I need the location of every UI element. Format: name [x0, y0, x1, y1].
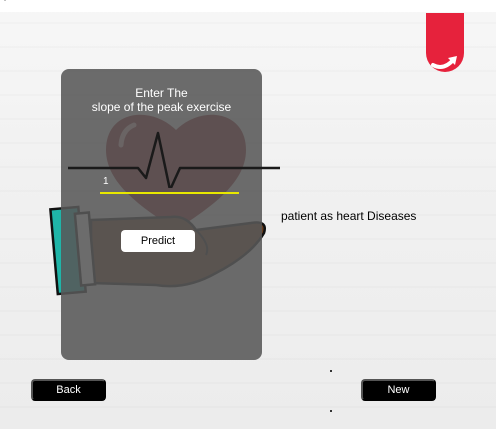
back-button[interactable]: Back — [31, 379, 106, 401]
curved-arrow-logo-icon — [426, 13, 464, 72]
title-bar: ᵗᵖ — [0, 0, 496, 12]
slope-input[interactable]: 1 — [103, 176, 109, 187]
decorative-dot — [330, 410, 332, 412]
decorative-dot — [330, 370, 332, 372]
heartbeat-line-icon — [68, 131, 280, 188]
prompt-label: Enter The slope of the peak exercise — [61, 86, 262, 114]
window-corner-glyph: ᵗᵖ — [2, 0, 8, 5]
prompt-line-2: slope of the peak exercise — [91, 100, 232, 114]
prompt-line-1: Enter The — [135, 86, 188, 100]
predict-button[interactable]: Predict — [121, 230, 195, 252]
new-button[interactable]: New — [361, 379, 436, 401]
prediction-result-text: patient as heart Diseases — [281, 209, 417, 223]
slope-input-underline — [100, 192, 239, 194]
